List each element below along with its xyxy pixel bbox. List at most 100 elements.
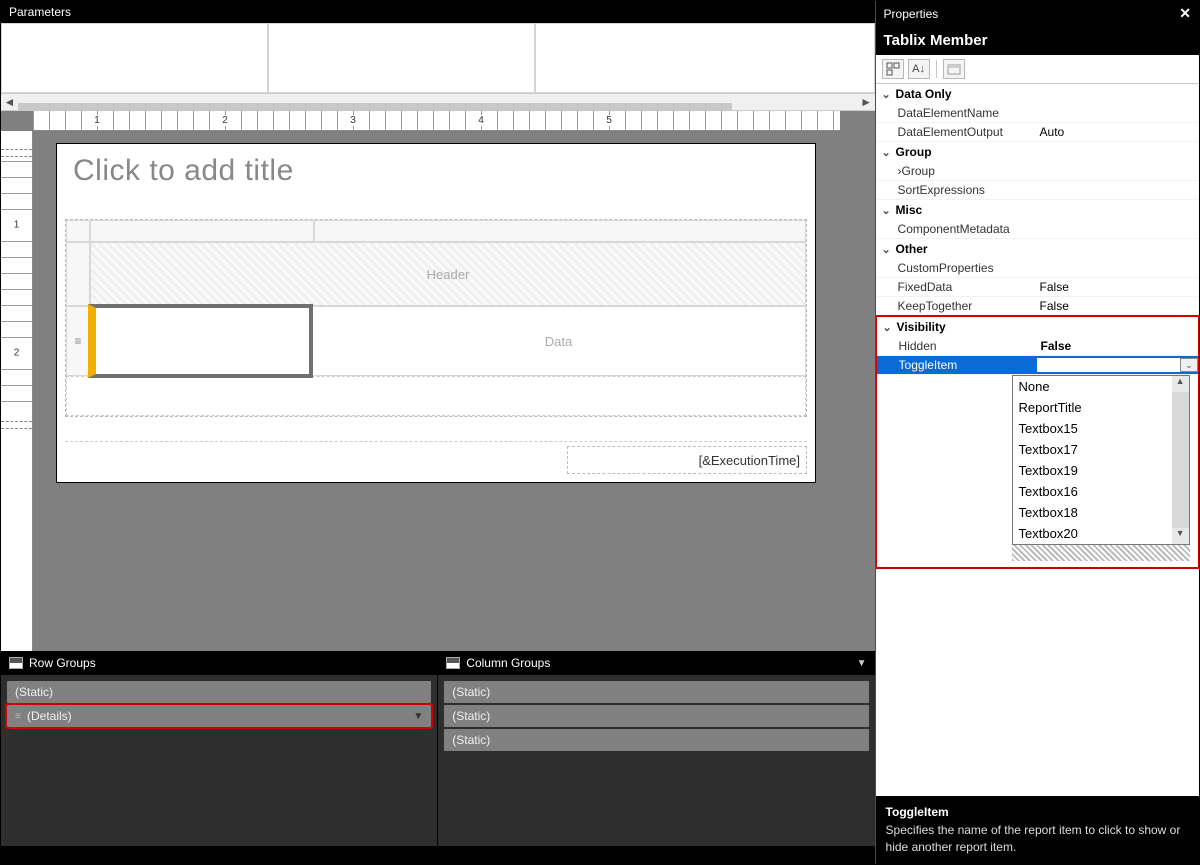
- report-body[interactable]: Click to add title Header ≡: [56, 143, 816, 483]
- help-text: Specifies the name of the report item to…: [886, 822, 1189, 856]
- parameter-cell[interactable]: [268, 23, 535, 93]
- drag-handle-icon: ≡: [15, 711, 23, 722]
- row-group-item[interactable]: ≡(Details)▼: [7, 705, 431, 727]
- dropdown-option[interactable]: Textbox18: [1013, 502, 1172, 523]
- row-groups-header: Row Groups: [1, 651, 437, 675]
- tablix-footer-area[interactable]: [66, 376, 806, 416]
- chevron-down-icon: ⌄: [882, 243, 896, 256]
- property-pages-icon[interactable]: [943, 59, 965, 79]
- column-group-item[interactable]: (Static): [444, 729, 868, 751]
- property-category[interactable]: ⌄Data Only: [876, 84, 1199, 104]
- property-name: DataElementOutput: [898, 125, 1036, 139]
- dropdown-option[interactable]: Textbox17: [1013, 439, 1172, 460]
- parameters-title: Parameters: [9, 5, 71, 19]
- tablix-selected-cell[interactable]: [88, 304, 313, 378]
- dropdown-button-icon[interactable]: ⌄: [1180, 358, 1198, 372]
- property-value[interactable]: ⌄: [1037, 358, 1198, 372]
- table-icon: [9, 657, 23, 669]
- property-name: FixedData: [898, 280, 1036, 294]
- row-groups-panel: Row Groups (Static)≡(Details)▼: [1, 651, 438, 846]
- dropdown-option[interactable]: Textbox15: [1013, 418, 1172, 439]
- property-category[interactable]: ⌄Misc: [876, 200, 1199, 220]
- parameter-cell[interactable]: [535, 23, 875, 93]
- property-row[interactable]: HiddenFalse: [877, 337, 1198, 356]
- tablix-corner[interactable]: [66, 220, 90, 242]
- tablix-column-header[interactable]: [90, 220, 314, 242]
- property-row[interactable]: ›Group: [876, 162, 1199, 181]
- column-groups-header: Column Groups ▼: [438, 651, 874, 675]
- property-value[interactable]: False: [1036, 299, 1199, 313]
- tablix-data-cell[interactable]: Data: [311, 306, 806, 376]
- parameters-header: Parameters: [1, 1, 875, 23]
- properties-help: ToggleItem Specifies the name of the rep…: [876, 796, 1199, 864]
- property-name: SortExpressions: [898, 183, 1036, 197]
- property-row[interactable]: SortExpressions: [876, 181, 1199, 200]
- dropdown-option[interactable]: Textbox16: [1013, 481, 1172, 502]
- tablix-column-header[interactable]: [314, 220, 806, 242]
- scroll-up-icon[interactable]: ▲: [1172, 376, 1189, 392]
- dropdown-option[interactable]: None: [1013, 376, 1172, 397]
- property-name: KeepTogether: [898, 299, 1036, 313]
- properties-header: Properties ✕: [876, 1, 1199, 26]
- report-title-placeholder[interactable]: Click to add title: [57, 144, 815, 198]
- property-row[interactable]: KeepTogetherFalse: [876, 297, 1199, 316]
- scroll-down-icon[interactable]: ▼: [1172, 528, 1189, 544]
- tablix[interactable]: Header ≡ Data: [65, 219, 807, 417]
- property-value[interactable]: [1036, 164, 1199, 178]
- properties-grid[interactable]: ⌄Data Only DataElementName DataElementOutp…: [876, 84, 1199, 796]
- property-category[interactable]: ⌄Group: [876, 142, 1199, 162]
- close-icon[interactable]: ✕: [1179, 5, 1191, 22]
- property-value[interactable]: [1036, 183, 1199, 197]
- alphabetical-icon[interactable]: A↓: [908, 59, 930, 79]
- categorized-icon[interactable]: [882, 59, 904, 79]
- column-groups-panel: Column Groups ▼ (Static)(Static)(Static): [438, 651, 874, 846]
- parameter-cell[interactable]: [1, 23, 268, 93]
- property-value[interactable]: [1036, 261, 1199, 275]
- property-name: ToggleItem: [899, 358, 1037, 372]
- property-value[interactable]: False: [1037, 339, 1198, 353]
- property-category[interactable]: ⌄Other: [876, 239, 1199, 259]
- toggleitem-dropdown[interactable]: NoneReportTitleTextbox15Textbox17Textbox…: [1012, 375, 1190, 545]
- page-footer-separator: [65, 441, 807, 442]
- scroll-track[interactable]: [1172, 392, 1189, 528]
- dropdown-option[interactable]: Textbox20: [1013, 523, 1172, 544]
- property-row[interactable]: DataElementOutputAuto: [876, 123, 1199, 142]
- property-category[interactable]: ⌄Visibility: [877, 317, 1198, 337]
- design-surface[interactable]: 1 2 3 4 5 1 2 Click to add title: [1, 111, 875, 651]
- dropdown-option[interactable]: Textbox19: [1013, 460, 1172, 481]
- horizontal-ruler: 1 2 3 4 5: [33, 111, 840, 131]
- parameters-grid[interactable]: [1, 23, 875, 93]
- property-row[interactable]: FixedDataFalse: [876, 278, 1199, 297]
- chevron-down-icon: ⌄: [883, 321, 897, 334]
- properties-toolbar: A↓: [876, 55, 1199, 84]
- property-name: Hidden: [899, 339, 1037, 353]
- tablix-header-cell[interactable]: Header: [90, 242, 806, 306]
- chevron-right-icon: ›: [898, 164, 902, 178]
- property-value[interactable]: [1036, 106, 1199, 120]
- property-row[interactable]: ComponentMetadata: [876, 220, 1199, 239]
- property-row[interactable]: CustomProperties: [876, 259, 1199, 278]
- tablix-row-handle[interactable]: ≡: [66, 306, 90, 376]
- properties-object-name: Tablix Member: [876, 26, 1199, 55]
- parameters-scrollbar[interactable]: ◄ ►: [1, 93, 875, 110]
- chevron-down-icon[interactable]: ▼: [413, 711, 423, 722]
- tablix-row-header[interactable]: [66, 242, 90, 306]
- column-group-item[interactable]: (Static): [444, 705, 868, 727]
- row-group-item[interactable]: (Static): [7, 681, 431, 703]
- highlighted-section: ⌄VisibilityHiddenFalseToggleItem⌄NoneRep…: [876, 315, 1199, 569]
- dropdown-option[interactable]: ReportTitle: [1013, 397, 1172, 418]
- property-value[interactable]: Auto: [1036, 125, 1199, 139]
- scroll-right-icon[interactable]: ►: [858, 95, 875, 109]
- property-name: ComponentMetadata: [898, 222, 1036, 236]
- execution-time-field[interactable]: [&ExecutionTime]: [567, 446, 807, 474]
- scroll-left-icon[interactable]: ◄: [1, 95, 18, 109]
- column-group-item[interactable]: (Static): [444, 681, 868, 703]
- property-value[interactable]: [1036, 222, 1199, 236]
- property-value[interactable]: False: [1036, 280, 1199, 294]
- property-row[interactable]: ToggleItem ⌄: [877, 356, 1198, 375]
- property-name: DataElementName: [898, 106, 1036, 120]
- column-groups-menu-icon[interactable]: ▼: [857, 658, 867, 669]
- property-name: ›Group: [898, 164, 1036, 178]
- property-row[interactable]: DataElementName: [876, 104, 1199, 123]
- resize-grip-icon[interactable]: [1012, 545, 1190, 561]
